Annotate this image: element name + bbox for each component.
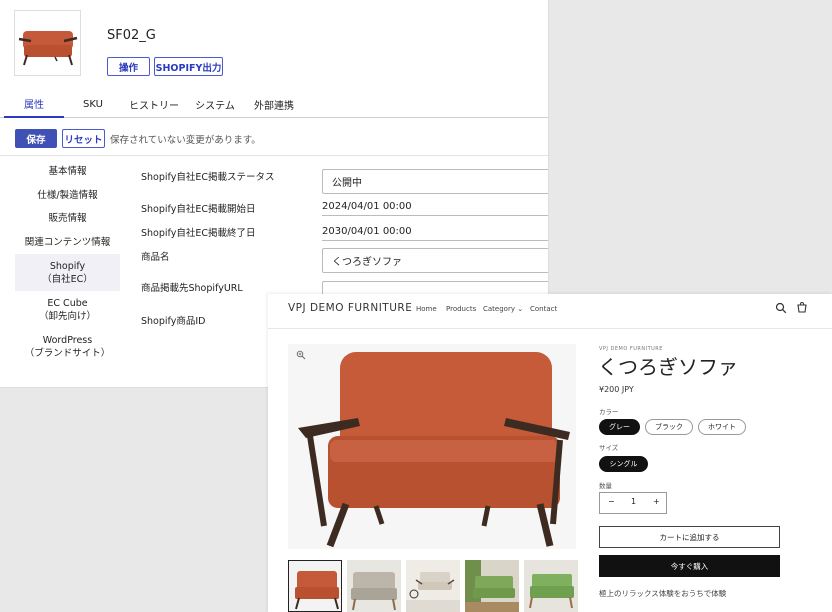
- quantity-label: 数量: [599, 482, 612, 490]
- status-select[interactable]: 公開中: [322, 169, 548, 194]
- product-description: 極上のリラックス体験をおうちで体験: [599, 589, 727, 598]
- end-date-field[interactable]: 2030/04/01 00:00: [322, 226, 548, 241]
- thumbnail-image: [406, 560, 460, 612]
- search-icon[interactable]: [775, 302, 787, 314]
- sidebar-item-shopify[interactable]: Shopify （自社EC）: [15, 254, 120, 291]
- storefront-panel: VPJ DEMO FURNITURE Home Products Categor…: [268, 294, 832, 612]
- shopify-export-button[interactable]: SHOPIFY出力: [154, 57, 223, 76]
- end-date-label: Shopify自社EC掲載終了日: [141, 228, 256, 239]
- sofa-image: [288, 344, 576, 549]
- start-date-field[interactable]: 2024/04/01 00:00: [322, 201, 548, 216]
- store-brand[interactable]: VPJ DEMO FURNITURE: [288, 302, 412, 314]
- reset-button[interactable]: リセット: [62, 129, 105, 148]
- add-to-cart-button[interactable]: カートに追加する: [599, 526, 780, 548]
- sidebar-item-spec[interactable]: 仕様/製造情報: [15, 189, 120, 202]
- size-option-single[interactable]: シングル: [599, 456, 648, 472]
- product-thumbnail: [14, 10, 81, 76]
- save-button[interactable]: 保存: [15, 129, 57, 148]
- nav-contact[interactable]: Contact: [530, 305, 557, 313]
- thumbnail-room[interactable]: [406, 560, 460, 612]
- nav-products[interactable]: Products: [446, 305, 476, 313]
- product-name-label: 商品名: [141, 252, 170, 263]
- product-price: ¥200 JPY: [599, 385, 634, 394]
- thumbnail-green-room[interactable]: [465, 560, 519, 612]
- quantity-value[interactable]: 1: [631, 497, 636, 506]
- sidebar-item-content[interactable]: 関連コンテンツ情報: [15, 236, 120, 249]
- nav-home[interactable]: Home: [416, 305, 437, 313]
- buy-now-button[interactable]: 今すぐ購入: [599, 555, 780, 577]
- color-option-black[interactable]: ブラック: [645, 419, 693, 435]
- thumbnail-green[interactable]: [524, 560, 578, 612]
- quantity-plus-button[interactable]: +: [653, 497, 660, 506]
- shopify-id-label: Shopify商品ID: [141, 316, 206, 327]
- unsaved-message: 保存されていない変更があります。: [110, 135, 261, 146]
- shopify-url-label: 商品掲載先ShopifyURL: [141, 283, 243, 294]
- thumbnail-image: [347, 560, 401, 612]
- start-date-label: Shopify自社EC掲載開始日: [141, 204, 256, 215]
- sidebar-item-wordpress[interactable]: WordPress （ブランドサイト）: [15, 334, 120, 360]
- tab-attributes[interactable]: 属性: [4, 90, 64, 118]
- tab-system[interactable]: システム: [188, 90, 242, 118]
- product-title: くつろぎソファ: [598, 355, 738, 379]
- action-button[interactable]: 操作: [107, 57, 150, 76]
- quantity-stepper: − 1 +: [599, 492, 667, 514]
- product-main-image[interactable]: [288, 344, 576, 549]
- sofa-thumbnail-image: [18, 31, 78, 66]
- nav-category[interactable]: Category ⌄: [483, 305, 523, 313]
- tab-external[interactable]: 外部連携: [246, 90, 302, 118]
- tab-bar: 属性 SKU ヒストリー システム 外部連携: [0, 90, 548, 118]
- thumbnail-orange[interactable]: [288, 560, 342, 612]
- thumbnail-image: [465, 560, 519, 612]
- cart-icon[interactable]: [796, 302, 808, 314]
- product-code: SF02_G: [107, 28, 156, 43]
- color-option-gray[interactable]: グレー: [599, 419, 640, 435]
- quantity-minus-button[interactable]: −: [608, 497, 615, 506]
- tab-sku[interactable]: SKU: [66, 90, 120, 118]
- color-label: カラー: [599, 408, 619, 416]
- sidebar-item-eccube[interactable]: EC Cube （卸先向け）: [15, 297, 120, 323]
- header-divider: [268, 328, 832, 329]
- size-label: サイズ: [599, 444, 619, 452]
- color-option-white[interactable]: ホワイト: [698, 419, 746, 435]
- zoom-icon[interactable]: [296, 350, 306, 360]
- product-name-field[interactable]: くつろぎソファ: [322, 248, 548, 273]
- thumbnail-gray[interactable]: [347, 560, 401, 612]
- thumbnail-image: [524, 560, 578, 612]
- thumbnail-image: [289, 561, 341, 611]
- tab-history[interactable]: ヒストリー: [124, 90, 184, 118]
- divider: [0, 155, 548, 156]
- status-label: Shopify自社EC掲載ステータス: [141, 172, 275, 183]
- sidebar-item-sales[interactable]: 販売情報: [15, 212, 120, 225]
- sidebar-item-basic[interactable]: 基本情報: [15, 165, 120, 178]
